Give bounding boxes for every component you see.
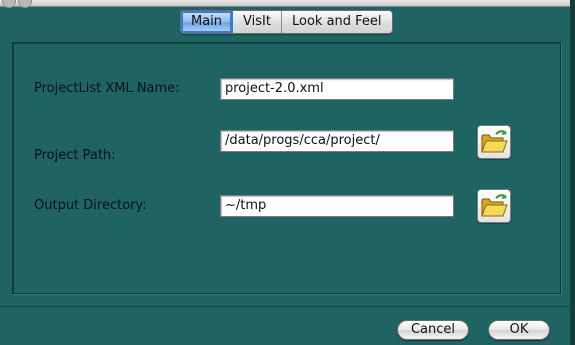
output-directory-label: Output Directory: bbox=[34, 198, 147, 213]
tab-look-and-feel[interactable]: Look and Feel bbox=[281, 11, 392, 33]
project-path-browse-button[interactable] bbox=[477, 125, 511, 159]
project-path-label: Project Path: bbox=[34, 148, 116, 163]
ok-button[interactable]: OK bbox=[488, 320, 550, 340]
preferences-dialog: Main VisIt Look and Feel ProjectList XML… bbox=[0, 0, 575, 345]
window-control-icon[interactable] bbox=[2, 0, 16, 8]
project-list-label: ProjectList XML Name: bbox=[34, 81, 180, 96]
open-folder-icon bbox=[481, 194, 508, 217]
main-tab-panel: ProjectList XML Name: project-2.0.xml Pr… bbox=[12, 42, 561, 294]
open-folder-icon bbox=[481, 130, 508, 153]
output-directory-field[interactable]: ~/tmp bbox=[220, 195, 454, 217]
output-directory-browse-button[interactable] bbox=[477, 189, 511, 223]
tab-visit[interactable]: VisIt bbox=[233, 11, 282, 33]
cancel-button[interactable]: Cancel bbox=[397, 320, 469, 340]
project-path-field[interactable]: /data/progs/cca/project/ bbox=[220, 130, 454, 152]
project-list-field[interactable]: project-2.0.xml bbox=[220, 78, 454, 100]
tab-bar: Main VisIt Look and Feel bbox=[180, 10, 393, 34]
title-bar bbox=[0, 0, 575, 8]
window-control-icon[interactable] bbox=[18, 0, 32, 8]
window-edge bbox=[570, 0, 575, 345]
divider bbox=[0, 306, 570, 307]
tab-main[interactable]: Main bbox=[181, 11, 234, 33]
